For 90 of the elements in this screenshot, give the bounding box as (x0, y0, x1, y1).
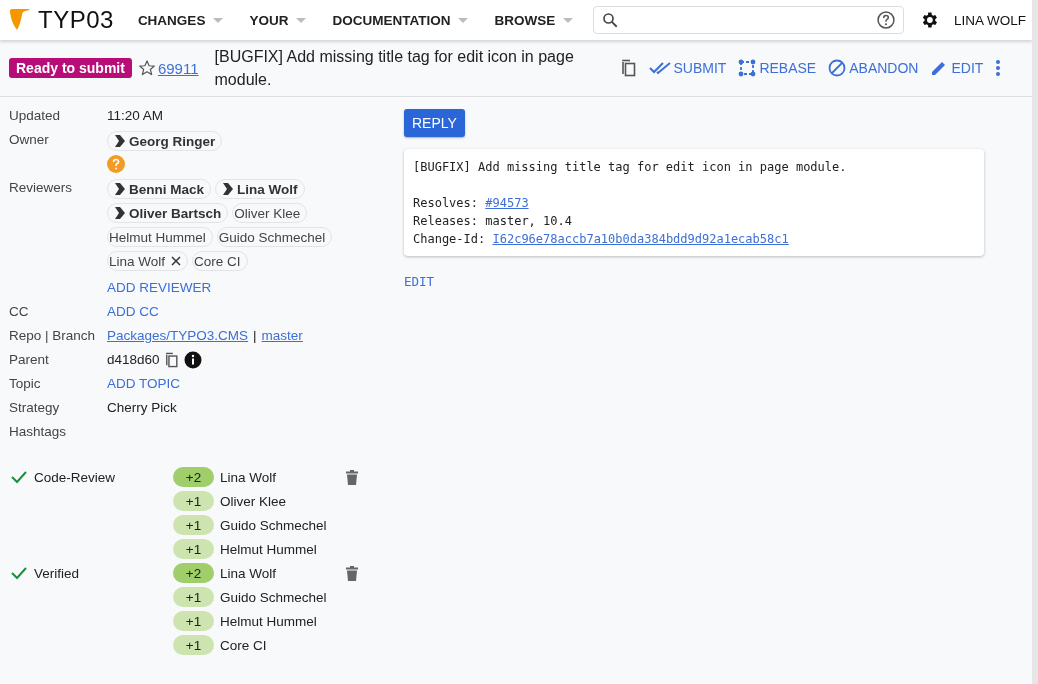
action-button[interactable]: ABANDON (828, 59, 919, 77)
settings-icon[interactable] (920, 10, 940, 30)
add-topic-link[interactable]: ADD TOPIC (107, 375, 395, 393)
nav-menu[interactable]: DOCUMENTATION (322, 12, 481, 28)
footer-value: master, 10.4 (485, 214, 572, 228)
dotted-square-icon (738, 59, 757, 77)
voter-name: Lina Wolf (220, 565, 278, 581)
vote-score: +1 (173, 635, 214, 655)
separator: | (253, 327, 257, 345)
reviewer-chip[interactable]: Lina Wolf (107, 251, 189, 271)
reviewer-chip[interactable]: Oliver Klee (232, 203, 308, 223)
field-label: Owner (9, 131, 50, 149)
reviewer-chip[interactable]: Guido Schmechel (216, 227, 333, 247)
vote-score: +1 (173, 515, 214, 535)
reply-button[interactable]: REPLY (404, 109, 465, 137)
vote-score: +2 (173, 467, 214, 487)
status-badge: Ready to submit (9, 58, 132, 78)
copy-icon[interactable] (620, 59, 637, 77)
voter-name: Core CI (220, 637, 268, 653)
vote-score: +1 (173, 491, 214, 511)
field-label: Reviewers (9, 179, 74, 197)
reviewer-chip[interactable]: Core CI (192, 251, 248, 271)
delete-icon[interactable] (346, 469, 358, 485)
voter-name: Guido Schmechel (220, 517, 328, 533)
field-label: Hashtags (9, 423, 68, 441)
nav-menu[interactable]: YOUR (239, 12, 319, 28)
chevron-icon (223, 183, 234, 195)
caret-icon (296, 17, 307, 23)
label-name: Code-Review (34, 469, 116, 485)
caret-icon (563, 17, 574, 23)
action-button[interactable]: SUBMIT (648, 60, 727, 76)
field-label: Topic (9, 375, 42, 393)
commit-message-title: [BUGFIX] Add missing title tag for edit icon in page module. (413, 159, 848, 176)
footer-link[interactable]: #94573 (485, 196, 529, 210)
footer-label: Change-Id: (413, 232, 486, 246)
reviewer-chip[interactable]: Helmut Hummel (107, 227, 213, 247)
voter-name: Helmut Hummel (220, 541, 318, 557)
reviewer-chip[interactable]: Lina Wolf (215, 179, 305, 199)
nav-menu[interactable]: CHANGES (127, 12, 236, 28)
vote-score: +2 (173, 563, 214, 583)
reviewer-chip[interactable]: Benni Mack (107, 179, 212, 199)
voter-name: Helmut Hummel (220, 613, 318, 629)
footer-link[interactable]: I62c96e78accb7a10b0da384bdd9d92a1ecab58c1 (492, 232, 789, 246)
add-cc-link[interactable]: ADD CC (107, 303, 395, 321)
help-icon[interactable] (876, 10, 897, 30)
reviewer-chip[interactable]: Oliver Bartsch (107, 203, 229, 223)
block-icon (828, 59, 847, 77)
nav-menu[interactable]: BROWSE (484, 12, 586, 28)
more-icon[interactable] (995, 59, 1002, 77)
search-field[interactable] (593, 6, 905, 34)
label-name: Verified (34, 565, 80, 581)
footer-label: Resolves: (413, 196, 479, 210)
vote-score: +1 (173, 611, 214, 631)
owner-chip[interactable]: Georg Ringer (107, 131, 223, 151)
copy-icon[interactable] (164, 352, 179, 368)
star-icon[interactable] (137, 59, 156, 77)
field-label: CC (9, 303, 30, 321)
user-menu[interactable]: LINA WOLF (948, 11, 1032, 29)
change-subject: [BUGFIX] Add missing title tag for edit icon in page module. (214, 47, 575, 90)
caret-icon (458, 17, 469, 23)
field-label: Repo | Branch (9, 327, 97, 345)
branch-link[interactable]: master (261, 327, 303, 345)
parent-commit: d418d60 (107, 351, 160, 369)
voter-name: Oliver Klee (220, 493, 288, 509)
chevron-icon (115, 183, 125, 195)
strategy-value: Cherry Pick (107, 399, 178, 417)
vote-score: +1 (173, 539, 214, 559)
add-reviewer-link[interactable]: ADD REVIEWER (107, 279, 395, 297)
action-button[interactable]: EDIT (930, 59, 984, 77)
caret-icon (213, 17, 224, 23)
delete-icon[interactable] (346, 565, 358, 581)
close-icon[interactable] (171, 256, 182, 266)
repo-link[interactable]: Packages/TYPO3.CMS (107, 327, 249, 345)
footer-label: Releases: (413, 214, 479, 228)
chevron-icon (115, 135, 125, 147)
vote-score: +1 (173, 587, 214, 607)
chevron-icon (115, 207, 125, 219)
field-label: Parent (9, 351, 50, 369)
voter-name: Guido Schmechel (220, 589, 328, 605)
field-label: Strategy (9, 399, 61, 417)
search-icon (601, 11, 620, 29)
updated-time: 11:20 AM (107, 107, 165, 125)
double-check-icon (648, 61, 671, 75)
info-icon[interactable] (183, 351, 202, 369)
logo-text: TYP03 (38, 6, 114, 34)
edit-link[interactable]: EDIT (404, 274, 435, 289)
voter-name: Lina Wolf (220, 469, 278, 485)
change-number-link[interactable]: 69911 (157, 59, 199, 77)
action-button[interactable]: REBASE (738, 59, 817, 77)
field-label: Updated (9, 107, 62, 125)
